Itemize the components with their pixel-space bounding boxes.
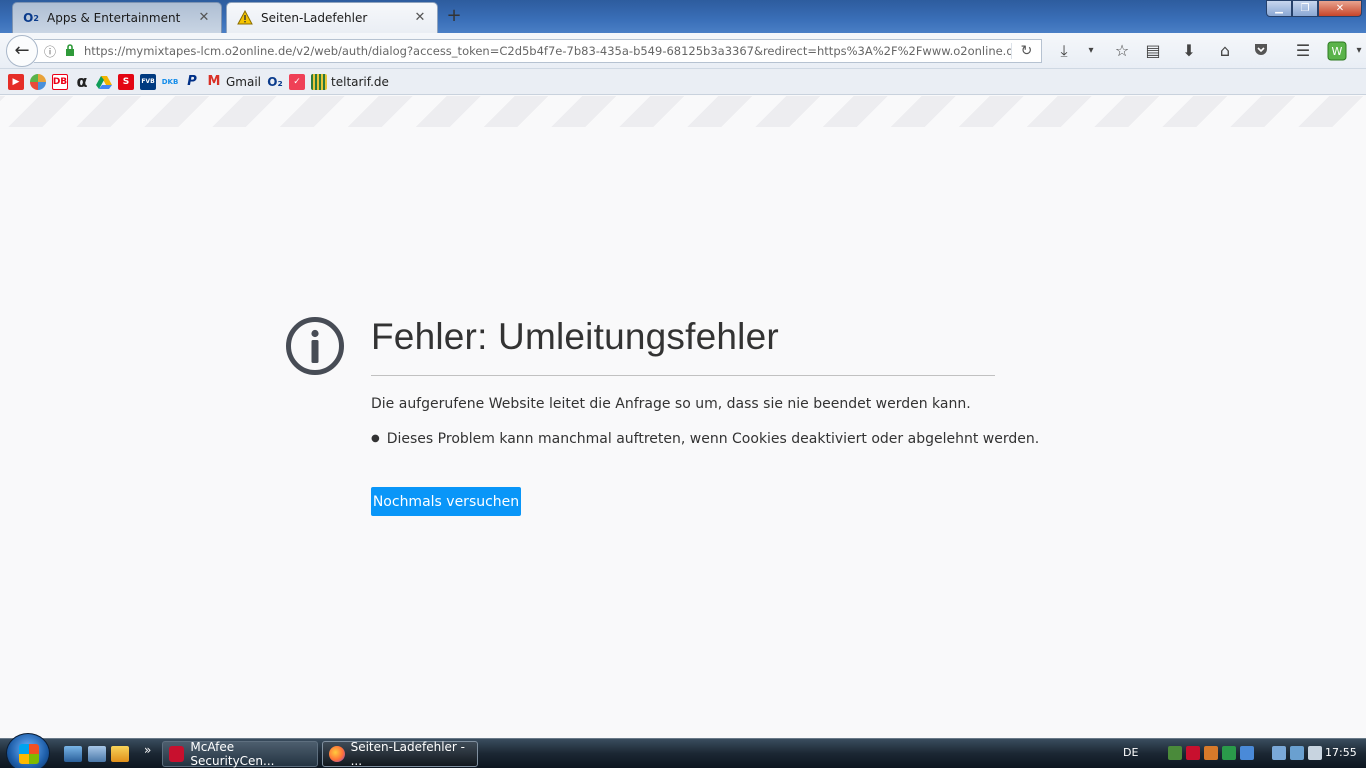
bookmark-fvb[interactable]: FVB bbox=[140, 73, 156, 91]
teltarif-icon bbox=[311, 73, 328, 90]
error-page-stripes bbox=[0, 96, 1366, 127]
language-indicator[interactable]: DE bbox=[1123, 746, 1138, 759]
volume-icon[interactable] bbox=[1308, 746, 1322, 760]
clock[interactable]: 17:55 bbox=[1325, 746, 1357, 759]
tray-icon[interactable] bbox=[1240, 746, 1254, 760]
taskbar-item-mcafee[interactable]: McAfee SecurityCen... bbox=[162, 740, 318, 768]
url-text[interactable]: https://mymixtapes-lcm.o2online.de/v2/we… bbox=[84, 44, 1011, 58]
site-info-icon[interactable]: ⓘ bbox=[42, 43, 58, 60]
taskbar-item-label: McAfee SecurityCen... bbox=[190, 740, 275, 768]
menu-icon[interactable]: ☰ bbox=[1292, 41, 1314, 61]
dkb-icon: DKB bbox=[161, 77, 179, 86]
mcafee-icon bbox=[169, 746, 185, 762]
paypal-icon: P bbox=[187, 74, 197, 89]
pinwheel-icon bbox=[30, 73, 46, 90]
gmail-icon: M bbox=[207, 74, 221, 89]
warning-icon bbox=[237, 10, 253, 26]
windows-logo-icon bbox=[19, 744, 39, 764]
sparkasse-icon: S bbox=[118, 73, 134, 90]
firefox-icon bbox=[329, 746, 345, 762]
home-icon[interactable]: ⌂ bbox=[1214, 41, 1236, 61]
error-description: Die aufgerufene Website leitet die Anfra… bbox=[371, 396, 971, 412]
svg-text:W: W bbox=[1332, 45, 1343, 58]
downloads-arrow-icon[interactable]: ⬇ bbox=[1178, 41, 1200, 61]
window-controls: ▁ ❐ ✕ bbox=[1266, 0, 1362, 17]
show-desktop-icon[interactable] bbox=[64, 746, 82, 762]
pocket-icon[interactable] bbox=[1250, 41, 1272, 61]
lock-icon[interactable] bbox=[62, 43, 78, 59]
navigation-toolbar: ⓘ https://mymixtapes-lcm.o2online.de/v2/… bbox=[0, 33, 1366, 69]
tray-icon[interactable] bbox=[1222, 746, 1236, 760]
bookmarks-toolbar: ▶ DB α S FVB DKB P M Gmail O₂ ✓ teltarif… bbox=[0, 69, 1366, 95]
system-tray bbox=[1168, 746, 1326, 760]
youtube-icon: ▶ bbox=[8, 73, 24, 90]
db-icon: DB bbox=[52, 73, 68, 90]
close-icon[interactable]: ✕ bbox=[413, 11, 427, 25]
quicklaunch-overflow-icon[interactable]: » bbox=[144, 743, 151, 757]
window-close-button[interactable]: ✕ bbox=[1318, 0, 1362, 17]
taskbar: » McAfee SecurityCen... Seiten-Ladefehle… bbox=[0, 733, 1366, 768]
pocket-icon: ✓ bbox=[289, 73, 306, 90]
drive-icon bbox=[96, 74, 112, 90]
power-icon[interactable] bbox=[1272, 746, 1286, 760]
chevron-down-icon[interactable]: ▾ bbox=[1348, 41, 1366, 61]
title-divider bbox=[371, 375, 995, 376]
error-hints-list: Dieses Problem kann manchmal auftreten, … bbox=[371, 431, 1039, 447]
back-button[interactable]: ← bbox=[6, 35, 38, 67]
close-icon[interactable]: ✕ bbox=[197, 11, 211, 25]
bookmark-label: Gmail bbox=[226, 74, 262, 89]
media-player-icon[interactable] bbox=[111, 746, 129, 762]
bookmark-dkb[interactable]: DKB bbox=[161, 73, 179, 91]
bookmark-label: teltarif.de bbox=[331, 74, 389, 89]
bookmark-star-icon[interactable]: ☆ bbox=[1111, 41, 1133, 61]
list-item: Dieses Problem kann manchmal auftreten, … bbox=[371, 431, 1039, 447]
bookmark-alpha[interactable]: α bbox=[74, 72, 90, 91]
maximize-button[interactable]: ❐ bbox=[1292, 0, 1318, 17]
fvb-icon: FVB bbox=[140, 73, 156, 90]
alpha-icon: α bbox=[76, 72, 88, 91]
bookmark-gmail[interactable]: M Gmail bbox=[206, 73, 261, 91]
switch-windows-icon[interactable] bbox=[88, 746, 106, 762]
tab-label: Seiten-Ladefehler bbox=[261, 11, 368, 25]
bookmark-db[interactable]: DB bbox=[52, 73, 68, 91]
o2-icon: O₂ bbox=[267, 74, 283, 89]
new-tab-button[interactable]: + bbox=[444, 6, 464, 26]
mcafee-tray-icon[interactable] bbox=[1186, 746, 1200, 760]
o2-icon: O2 bbox=[23, 11, 39, 25]
extension-icon[interactable]: W bbox=[1326, 41, 1348, 61]
info-icon bbox=[285, 316, 345, 376]
tray-icon[interactable] bbox=[1204, 746, 1218, 760]
chevron-down-icon[interactable]: ▾ bbox=[1080, 41, 1102, 61]
bookmark-paypal[interactable]: P bbox=[184, 73, 200, 91]
tab-apps-entertainment[interactable]: O2 Apps & Entertainment ✕ bbox=[12, 2, 222, 33]
bookmark-pocket[interactable]: ✓ bbox=[289, 73, 306, 91]
tab-strip: O2 Apps & Entertainment ✕ Seiten-Ladefeh… bbox=[0, 0, 1366, 33]
retry-button[interactable]: Nochmals versuchen bbox=[371, 487, 521, 516]
bookmark-pinwheel[interactable] bbox=[30, 73, 46, 91]
start-button[interactable] bbox=[6, 733, 50, 768]
reading-list-icon[interactable]: ▤ bbox=[1142, 41, 1164, 61]
tab-label: Apps & Entertainment bbox=[47, 11, 181, 25]
bookmark-sparkasse[interactable]: S bbox=[118, 73, 134, 91]
bookmark-o2[interactable]: O₂ bbox=[267, 73, 283, 91]
taskbar-item-label: Seiten-Ladefehler - ... bbox=[350, 740, 465, 768]
bookmark-drive[interactable] bbox=[96, 73, 112, 91]
taskbar-item-firefox[interactable]: Seiten-Ladefehler - ... bbox=[322, 740, 478, 768]
download-icon[interactable]: ⤓ bbox=[1053, 41, 1075, 61]
tab-seiten-ladefehler[interactable]: Seiten-Ladefehler ✕ bbox=[226, 2, 438, 33]
minimize-button[interactable]: ▁ bbox=[1266, 0, 1292, 17]
bookmark-teltarif[interactable]: teltarif.de bbox=[311, 73, 389, 91]
network-icon[interactable] bbox=[1290, 746, 1304, 760]
page-title: Fehler: Umleitungsfehler bbox=[371, 316, 779, 357]
tray-icon[interactable] bbox=[1168, 746, 1182, 760]
url-bar[interactable]: ⓘ https://mymixtapes-lcm.o2online.de/v2/… bbox=[34, 39, 1042, 63]
reload-icon[interactable]: ↻ bbox=[1011, 43, 1041, 59]
bookmark-youtube[interactable]: ▶ bbox=[8, 73, 24, 91]
